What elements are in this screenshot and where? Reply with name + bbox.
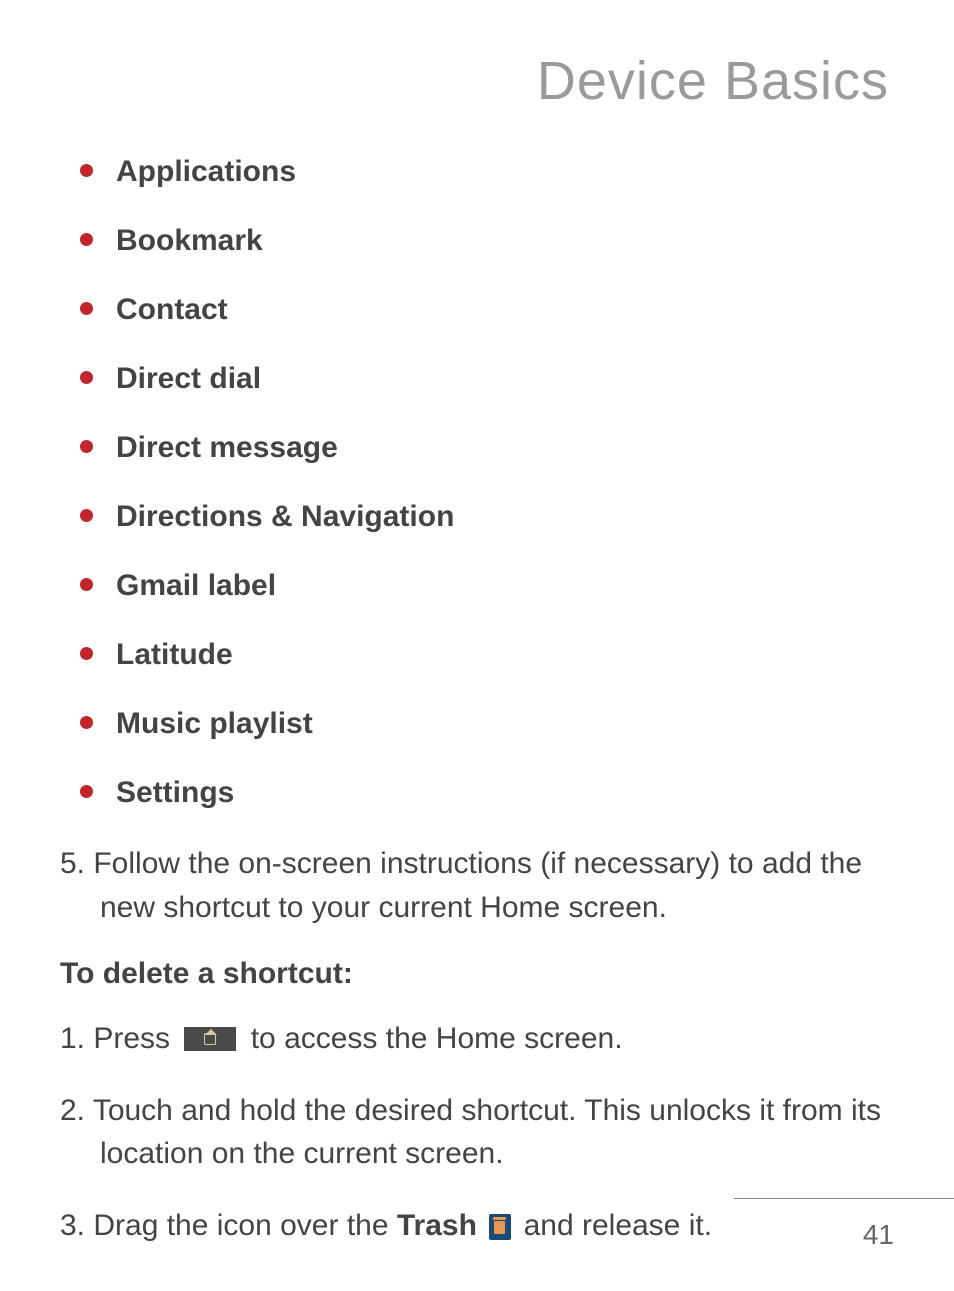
- list-item: Gmail label: [80, 566, 894, 605]
- list-item: Direct message: [80, 428, 894, 467]
- trash-label: Trash: [397, 1209, 477, 1242]
- list-item: Latitude: [80, 635, 894, 674]
- list-item: Contact: [80, 290, 894, 329]
- step-5: 5. Follow the on-screen instructions (if…: [60, 842, 894, 929]
- trash-icon: [489, 1214, 511, 1240]
- list-item: Direct dial: [80, 359, 894, 398]
- list-item: Music playlist: [80, 704, 894, 743]
- step-3: 3. Drag the icon over the Trash and rele…: [60, 1204, 894, 1248]
- list-item: Directions & Navigation: [80, 497, 894, 536]
- step-1-text-a: 1. Press: [60, 1022, 178, 1055]
- shortcut-type-list: Applications Bookmark Contact Direct dia…: [60, 152, 894, 812]
- step-3-text-b: and release it.: [515, 1209, 712, 1242]
- home-key-icon: [184, 1027, 236, 1051]
- list-item: Applications: [80, 152, 894, 191]
- page-number: 41: [863, 1219, 894, 1251]
- step-3-text-a: 3. Drag the icon over the: [60, 1209, 397, 1242]
- step-2: 2. Touch and hold the desired shortcut. …: [60, 1089, 894, 1176]
- manual-page: Device Basics Applications Bookmark Cont…: [0, 0, 954, 1291]
- page-title: Device Basics: [60, 50, 889, 112]
- list-item: Bookmark: [80, 221, 894, 260]
- list-item: Settings: [80, 773, 894, 812]
- step-1: 1. Press to access the Home screen.: [60, 1017, 894, 1061]
- delete-shortcut-heading: To delete a shortcut:: [60, 957, 894, 991]
- footer-rule: [734, 1198, 954, 1199]
- step-1-text-b: to access the Home screen.: [242, 1022, 622, 1055]
